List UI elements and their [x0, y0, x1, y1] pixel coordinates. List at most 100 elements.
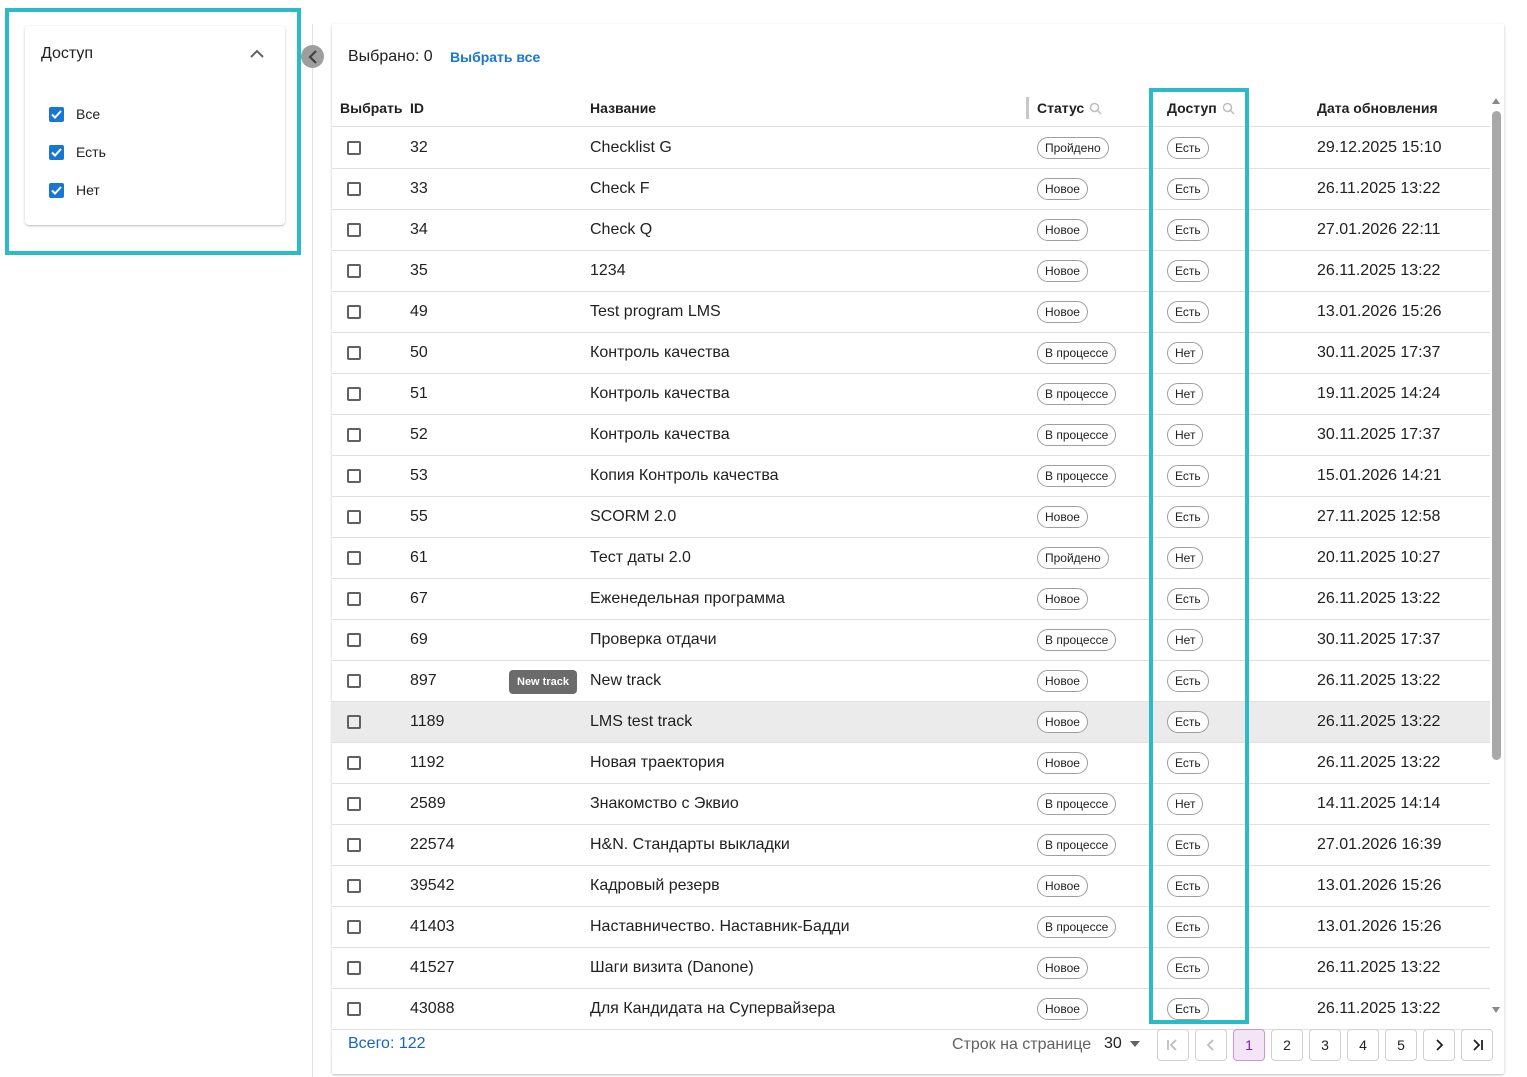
table-row[interactable]: 53 Копия Контроль качества В процессе Есть 1…: [332, 456, 1490, 497]
header-access[interactable]: Доступ: [1167, 100, 1235, 116]
row-name: Check Q: [590, 221, 653, 238]
row-checkbox[interactable]: [347, 469, 361, 483]
prev-page-button[interactable]: [1195, 1029, 1227, 1061]
table-row[interactable]: 35 1234 Новое Есть 26.11.2025 13:22: [332, 251, 1490, 292]
access-chip: Есть: [1167, 957, 1209, 979]
row-status-cell: Новое: [1037, 948, 1088, 988]
track-tag-badge: New track: [509, 670, 577, 694]
filter-option-yes[interactable]: Есть: [49, 142, 106, 162]
row-id: 67: [410, 590, 428, 607]
scroll-down-arrow-icon[interactable]: [1491, 1006, 1501, 1014]
row-checkbox[interactable]: [347, 182, 361, 196]
row-name: Контроль качества: [590, 344, 730, 361]
row-checkbox[interactable]: [347, 305, 361, 319]
row-checkbox[interactable]: [347, 551, 361, 565]
row-checkbox[interactable]: [347, 1002, 361, 1016]
checkbox-checked-icon[interactable]: [49, 144, 64, 160]
row-checkbox[interactable]: [347, 920, 361, 934]
row-checkbox[interactable]: [347, 387, 361, 401]
row-name: Знакомство с Эквио: [590, 795, 739, 812]
scroll-up-arrow-icon[interactable]: [1491, 97, 1501, 105]
status-chip: Пройдено: [1037, 547, 1109, 569]
row-checkbox[interactable]: [347, 592, 361, 606]
table-row[interactable]: 69 Проверка отдачи В процессе Нет 30.11.2025…: [332, 620, 1490, 661]
checkbox-checked-icon[interactable]: [49, 106, 64, 122]
row-checkbox[interactable]: [347, 141, 361, 155]
table-row[interactable]: 22574 H&N. Стандарты выкладки В процессе Ес…: [332, 825, 1490, 866]
row-checkbox[interactable]: [347, 223, 361, 237]
status-chip: В процессе: [1037, 424, 1117, 446]
table-row[interactable]: 41527 Шаги визита (Danone) Новое Есть 26.11.…: [332, 948, 1490, 989]
page-button-1[interactable]: 1: [1233, 1029, 1265, 1061]
row-updated: 13.01.2026 15:26: [1317, 918, 1442, 935]
table-row[interactable]: 39542 Кадровый резерв Новое Есть 13.01.2026 …: [332, 866, 1490, 907]
page-button-2[interactable]: 2: [1271, 1029, 1303, 1061]
row-id: 41403: [410, 918, 455, 935]
table-row[interactable]: 51 Контроль качества В процессе Нет 19.11.20…: [332, 374, 1490, 415]
table-row[interactable]: 1192 Новая траектория Новое Есть 26.11.2025 …: [332, 743, 1490, 784]
row-checkbox[interactable]: [347, 428, 361, 442]
row-select-cell: [347, 825, 361, 865]
table-row[interactable]: 61 Тест даты 2.0 Пройдено Нет 20.11.2025 10:…: [332, 538, 1490, 579]
last-page-button[interactable]: [1461, 1029, 1493, 1061]
table-row[interactable]: 34 Check Q Новое Есть 27.01.2026 22:11: [332, 210, 1490, 251]
row-select-cell: [347, 497, 361, 537]
row-checkbox[interactable]: [347, 715, 361, 729]
table-row[interactable]: 41403 Наставничество. Наставник-Бадди В пр…: [332, 907, 1490, 948]
row-id: 32: [410, 139, 428, 156]
table-row[interactable]: 2589 Знакомство с Эквио В процессе Нет 14.11…: [332, 784, 1490, 825]
table-row[interactable]: 52 Контроль качества В процессе Нет 30.11.20…: [332, 415, 1490, 456]
row-id: 33: [410, 180, 428, 197]
header-updated[interactable]: Дата обновления: [1317, 100, 1438, 116]
access-chip: Есть: [1167, 916, 1209, 938]
next-page-button[interactable]: [1423, 1029, 1455, 1061]
header-name[interactable]: Название: [590, 100, 656, 116]
page-button-4[interactable]: 4: [1347, 1029, 1379, 1061]
search-icon[interactable]: [1222, 102, 1235, 115]
table-row[interactable]: 43088 Для Кандидата на Супервайзера Новое Е…: [332, 989, 1490, 1030]
row-checkbox[interactable]: [347, 346, 361, 360]
row-id: 61: [410, 549, 428, 566]
table-row[interactable]: 55 SCORM 2.0 Новое Есть 27.11.2025 12:58: [332, 497, 1490, 538]
row-status-cell: Новое: [1037, 210, 1088, 250]
row-id: 43088: [410, 1000, 455, 1017]
row-checkbox[interactable]: [347, 756, 361, 770]
table-row[interactable]: 897 New track New track Новое Есть 26.11.2025…: [332, 661, 1490, 702]
rows-per-page-select[interactable]: 30: [1104, 1035, 1140, 1053]
row-checkbox[interactable]: [347, 674, 361, 688]
select-all-link[interactable]: Выбрать все: [450, 49, 540, 65]
table-row[interactable]: 1189 LMS test track Новое Есть 26.11.2025 13…: [332, 702, 1490, 743]
row-checkbox[interactable]: [347, 633, 361, 647]
table-row[interactable]: 32 Checklist G Пройдено Есть 29.12.2025 15:1…: [332, 128, 1490, 169]
row-status-cell: Новое: [1037, 251, 1088, 291]
chevron-left-icon: [1206, 1039, 1214, 1051]
search-icon[interactable]: [1089, 102, 1102, 115]
row-checkbox[interactable]: [347, 879, 361, 893]
header-id[interactable]: ID: [410, 100, 424, 116]
table-row[interactable]: 67 Еженедельная программа Новое Есть 26.11.2…: [332, 579, 1490, 620]
row-checkbox[interactable]: [347, 838, 361, 852]
scrollbar-thumb[interactable]: [1492, 111, 1501, 760]
header-status[interactable]: Статус: [1037, 100, 1102, 116]
row-checkbox[interactable]: [347, 797, 361, 811]
row-id: 41527: [410, 959, 455, 976]
table-row[interactable]: 49 Test program LMS Новое Есть 13.01.2026 15…: [332, 292, 1490, 333]
table-row[interactable]: 50 Контроль качества В процессе Нет 30.11.20…: [332, 333, 1490, 374]
filter-option-all[interactable]: Все: [49, 104, 100, 124]
table-row[interactable]: 33 Check F Новое Есть 26.11.2025 13:22: [332, 169, 1490, 210]
row-checkbox[interactable]: [347, 961, 361, 975]
page-button-3[interactable]: 3: [1309, 1029, 1341, 1061]
column-resize-handle[interactable]: [1026, 97, 1029, 119]
page-button-5[interactable]: 5: [1385, 1029, 1417, 1061]
access-chip: Есть: [1167, 752, 1209, 774]
row-checkbox[interactable]: [347, 510, 361, 524]
access-chip: Нет: [1167, 424, 1204, 446]
row-name: New track: [590, 672, 662, 689]
first-page-button[interactable]: [1157, 1029, 1189, 1061]
filter-option-no[interactable]: Нет: [49, 180, 100, 200]
row-name: LMS test track: [590, 713, 693, 730]
chevron-up-icon[interactable]: [249, 48, 265, 60]
row-checkbox[interactable]: [347, 264, 361, 278]
collapse-panel-button[interactable]: [301, 45, 324, 68]
checkbox-checked-icon[interactable]: [49, 182, 64, 198]
